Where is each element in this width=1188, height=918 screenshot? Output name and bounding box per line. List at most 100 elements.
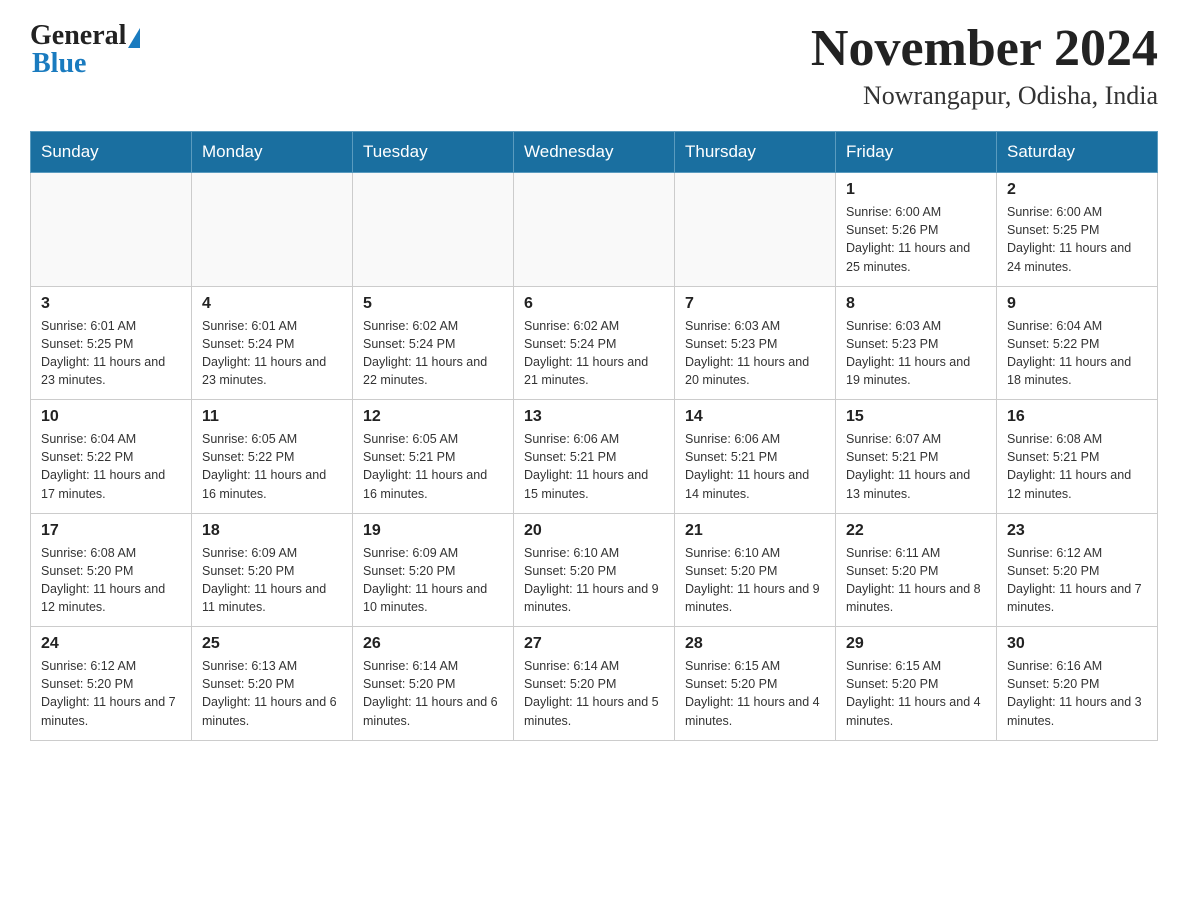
calendar-cell: 11Sunrise: 6:05 AM Sunset: 5:22 PM Dayli… (192, 400, 353, 514)
day-info: Sunrise: 6:14 AM Sunset: 5:20 PM Dayligh… (363, 657, 503, 730)
day-number: 13 (524, 408, 664, 426)
calendar-cell: 9 Sunrise: 6:04 AM Sunset: 5:22 PM Daylig… (997, 286, 1158, 400)
day-number: 12 (363, 408, 503, 426)
day-header-monday: Monday (192, 132, 353, 173)
calendar-table: SundayMondayTuesdayWednesdayThursdayFrid… (30, 131, 1158, 741)
day-number: 17 (41, 522, 181, 540)
calendar-cell: 22 Sunrise: 6:11 AM Sunset: 5:20 PM Dayli… (836, 513, 997, 627)
logo-blue-text: Blue (32, 48, 86, 80)
day-number: 19 (363, 522, 503, 540)
calendar-cell: 2Sunrise: 6:00 AM Sunset: 5:25 PM Daylig… (997, 173, 1158, 287)
day-header-thursday: Thursday (675, 132, 836, 173)
day-number: 18 (202, 522, 342, 540)
calendar-cell: 17 Sunrise: 6:08 AM Sunset: 5:20 PM Dayli… (31, 513, 192, 627)
calendar-cell: 28 Sunrise: 6:15 AM Sunset: 5:20 PM Dayli… (675, 627, 836, 741)
calendar-week-row: 1 Sunrise: 6:00 AM Sunset: 5:26 PM Daylig… (31, 173, 1158, 287)
calendar-cell: 19 Sunrise: 6:09 AM Sunset: 5:20 PM Dayli… (353, 513, 514, 627)
day-info: Sunrise: 6:03 AM Sunset: 5:23 PM Dayligh… (846, 317, 986, 390)
title-block: November 2024 Nowrangapur, Odisha, India (811, 20, 1158, 111)
calendar-cell: 7 Sunrise: 6:03 AM Sunset: 5:23 PM Daylig… (675, 286, 836, 400)
calendar-cell (192, 173, 353, 287)
day-number: 15 (846, 408, 986, 426)
day-header-sunday: Sunday (31, 132, 192, 173)
calendar-cell: 20Sunrise: 6:10 AM Sunset: 5:20 PM Dayli… (514, 513, 675, 627)
calendar-cell: 3Sunrise: 6:01 AM Sunset: 5:25 PM Daylig… (31, 286, 192, 400)
day-info: Sunrise: 6:15 AM Sunset: 5:20 PM Dayligh… (846, 657, 986, 730)
calendar-cell: 12 Sunrise: 6:05 AM Sunset: 5:21 PM Dayli… (353, 400, 514, 514)
day-number: 27 (524, 635, 664, 653)
calendar-cell (31, 173, 192, 287)
day-info: Sunrise: 6:11 AM Sunset: 5:20 PM Dayligh… (846, 544, 986, 617)
page-header: General Blue November 2024 Nowrangapur, … (30, 20, 1158, 111)
day-info: Sunrise: 6:16 AM Sunset: 5:20 PM Dayligh… (1007, 657, 1147, 730)
calendar-cell: 18 Sunrise: 6:09 AM Sunset: 5:20 PM Dayli… (192, 513, 353, 627)
logo: General Blue (30, 20, 140, 80)
calendar-cell: 15 Sunrise: 6:07 AM Sunset: 5:21 PM Dayli… (836, 400, 997, 514)
day-info: Sunrise: 6:13 AM Sunset: 5:20 PM Dayligh… (202, 657, 342, 730)
day-info: Sunrise: 6:09 AM Sunset: 5:20 PM Dayligh… (363, 544, 503, 617)
calendar-cell (353, 173, 514, 287)
day-number: 9 (1007, 295, 1147, 313)
day-number: 23 (1007, 522, 1147, 540)
calendar-cell: 8Sunrise: 6:03 AM Sunset: 5:23 PM Daylig… (836, 286, 997, 400)
calendar-cell: 16 Sunrise: 6:08 AM Sunset: 5:21 PM Dayli… (997, 400, 1158, 514)
day-number: 1 (846, 181, 986, 199)
day-info: Sunrise: 6:09 AM Sunset: 5:20 PM Dayligh… (202, 544, 342, 617)
day-header-saturday: Saturday (997, 132, 1158, 173)
day-info: Sunrise: 6:02 AM Sunset: 5:24 PM Dayligh… (524, 317, 664, 390)
day-number: 30 (1007, 635, 1147, 653)
day-header-wednesday: Wednesday (514, 132, 675, 173)
calendar-week-row: 3Sunrise: 6:01 AM Sunset: 5:25 PM Daylig… (31, 286, 1158, 400)
day-info: Sunrise: 6:02 AM Sunset: 5:24 PM Dayligh… (363, 317, 503, 390)
day-number: 3 (41, 295, 181, 313)
calendar-cell: 30 Sunrise: 6:16 AM Sunset: 5:20 PM Dayli… (997, 627, 1158, 741)
day-number: 16 (1007, 408, 1147, 426)
calendar-week-row: 10 Sunrise: 6:04 AM Sunset: 5:22 PM Dayli… (31, 400, 1158, 514)
day-info: Sunrise: 6:15 AM Sunset: 5:20 PM Dayligh… (685, 657, 825, 730)
day-info: Sunrise: 6:12 AM Sunset: 5:20 PM Dayligh… (41, 657, 181, 730)
day-info: Sunrise: 6:12 AM Sunset: 5:20 PM Dayligh… (1007, 544, 1147, 617)
day-number: 14 (685, 408, 825, 426)
day-info: Sunrise: 6:08 AM Sunset: 5:20 PM Dayligh… (41, 544, 181, 617)
calendar-cell: 6 Sunrise: 6:02 AM Sunset: 5:24 PM Daylig… (514, 286, 675, 400)
calendar-week-row: 17 Sunrise: 6:08 AM Sunset: 5:20 PM Dayli… (31, 513, 1158, 627)
day-info: Sunrise: 6:05 AM Sunset: 5:21 PM Dayligh… (363, 430, 503, 503)
calendar-cell: 26Sunrise: 6:14 AM Sunset: 5:20 PM Dayli… (353, 627, 514, 741)
day-number: 28 (685, 635, 825, 653)
day-number: 22 (846, 522, 986, 540)
day-header-friday: Friday (836, 132, 997, 173)
day-info: Sunrise: 6:00 AM Sunset: 5:26 PM Dayligh… (846, 203, 986, 276)
calendar-cell: 10 Sunrise: 6:04 AM Sunset: 5:22 PM Dayli… (31, 400, 192, 514)
day-number: 21 (685, 522, 825, 540)
day-header-tuesday: Tuesday (353, 132, 514, 173)
day-info: Sunrise: 6:07 AM Sunset: 5:21 PM Dayligh… (846, 430, 986, 503)
logo-triangle-icon (128, 28, 140, 48)
day-info: Sunrise: 6:06 AM Sunset: 5:21 PM Dayligh… (685, 430, 825, 503)
day-info: Sunrise: 6:03 AM Sunset: 5:23 PM Dayligh… (685, 317, 825, 390)
day-number: 4 (202, 295, 342, 313)
day-number: 10 (41, 408, 181, 426)
day-number: 20 (524, 522, 664, 540)
calendar-cell: 4Sunrise: 6:01 AM Sunset: 5:24 PM Daylig… (192, 286, 353, 400)
calendar-cell: 23 Sunrise: 6:12 AM Sunset: 5:20 PM Dayli… (997, 513, 1158, 627)
calendar-cell: 1 Sunrise: 6:00 AM Sunset: 5:26 PM Daylig… (836, 173, 997, 287)
day-info: Sunrise: 6:04 AM Sunset: 5:22 PM Dayligh… (41, 430, 181, 503)
calendar-cell: 13 Sunrise: 6:06 AM Sunset: 5:21 PM Dayli… (514, 400, 675, 514)
day-info: Sunrise: 6:06 AM Sunset: 5:21 PM Dayligh… (524, 430, 664, 503)
day-info: Sunrise: 6:14 AM Sunset: 5:20 PM Dayligh… (524, 657, 664, 730)
calendar-cell: 24Sunrise: 6:12 AM Sunset: 5:20 PM Dayli… (31, 627, 192, 741)
day-info: Sunrise: 6:08 AM Sunset: 5:21 PM Dayligh… (1007, 430, 1147, 503)
month-title: November 2024 (811, 20, 1158, 77)
day-number: 7 (685, 295, 825, 313)
day-info: Sunrise: 6:00 AM Sunset: 5:25 PM Dayligh… (1007, 203, 1147, 276)
day-info: Sunrise: 6:04 AM Sunset: 5:22 PM Dayligh… (1007, 317, 1147, 390)
day-info: Sunrise: 6:10 AM Sunset: 5:20 PM Dayligh… (685, 544, 825, 617)
calendar-cell (514, 173, 675, 287)
calendar-cell (675, 173, 836, 287)
calendar-cell: 21 Sunrise: 6:10 AM Sunset: 5:20 PM Dayli… (675, 513, 836, 627)
calendar-week-row: 24Sunrise: 6:12 AM Sunset: 5:20 PM Dayli… (31, 627, 1158, 741)
location-title: Nowrangapur, Odisha, India (811, 81, 1158, 111)
calendar-header-row: SundayMondayTuesdayWednesdayThursdayFrid… (31, 132, 1158, 173)
day-number: 6 (524, 295, 664, 313)
calendar-cell: 29Sunrise: 6:15 AM Sunset: 5:20 PM Dayli… (836, 627, 997, 741)
